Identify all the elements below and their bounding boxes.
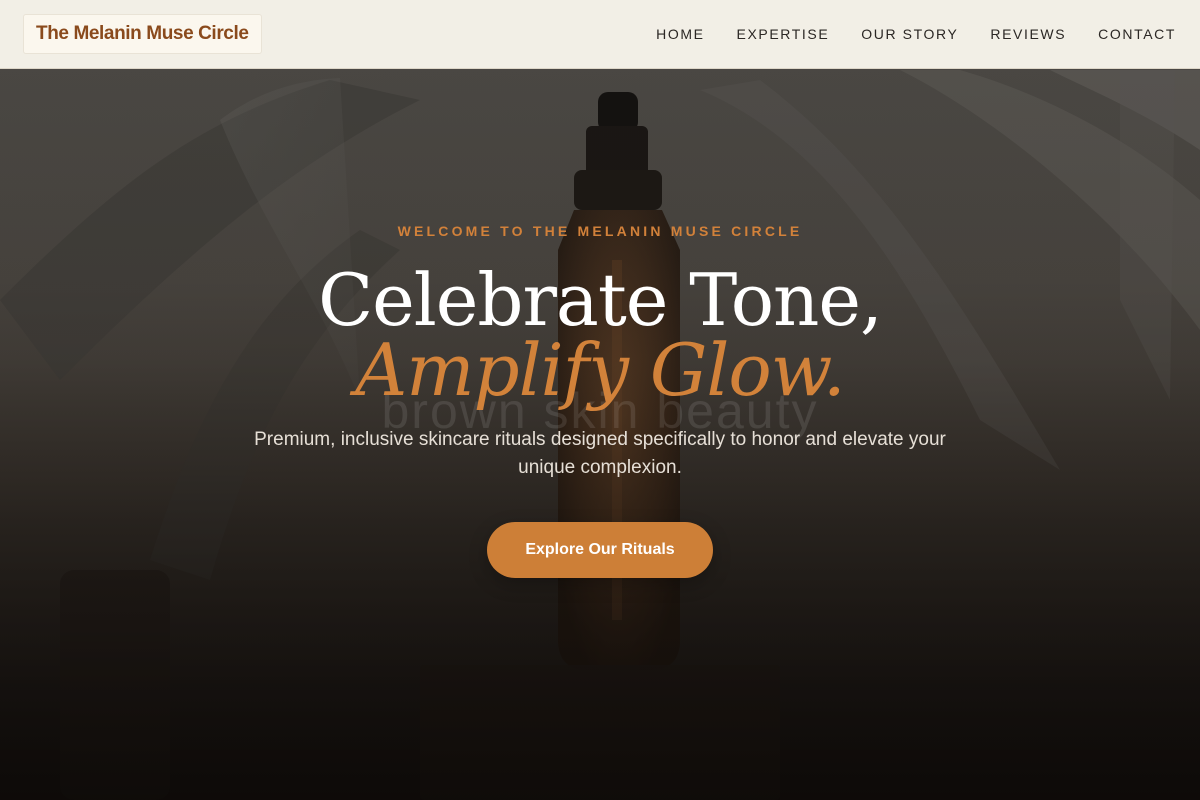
hero-subtitle: Premium, inclusive skincare rituals desi… bbox=[254, 429, 946, 478]
hero-eyebrow: WELCOME TO THE MELANIN MUSE CIRCLE bbox=[397, 223, 803, 239]
hero-headline-line2: Amplify Glow. bbox=[355, 328, 846, 412]
explore-rituals-button[interactable]: Explore Our Rituals bbox=[487, 522, 713, 578]
hero-section: WELCOME TO THE MELANIN MUSE CIRCLE Celeb… bbox=[0, 0, 1200, 800]
